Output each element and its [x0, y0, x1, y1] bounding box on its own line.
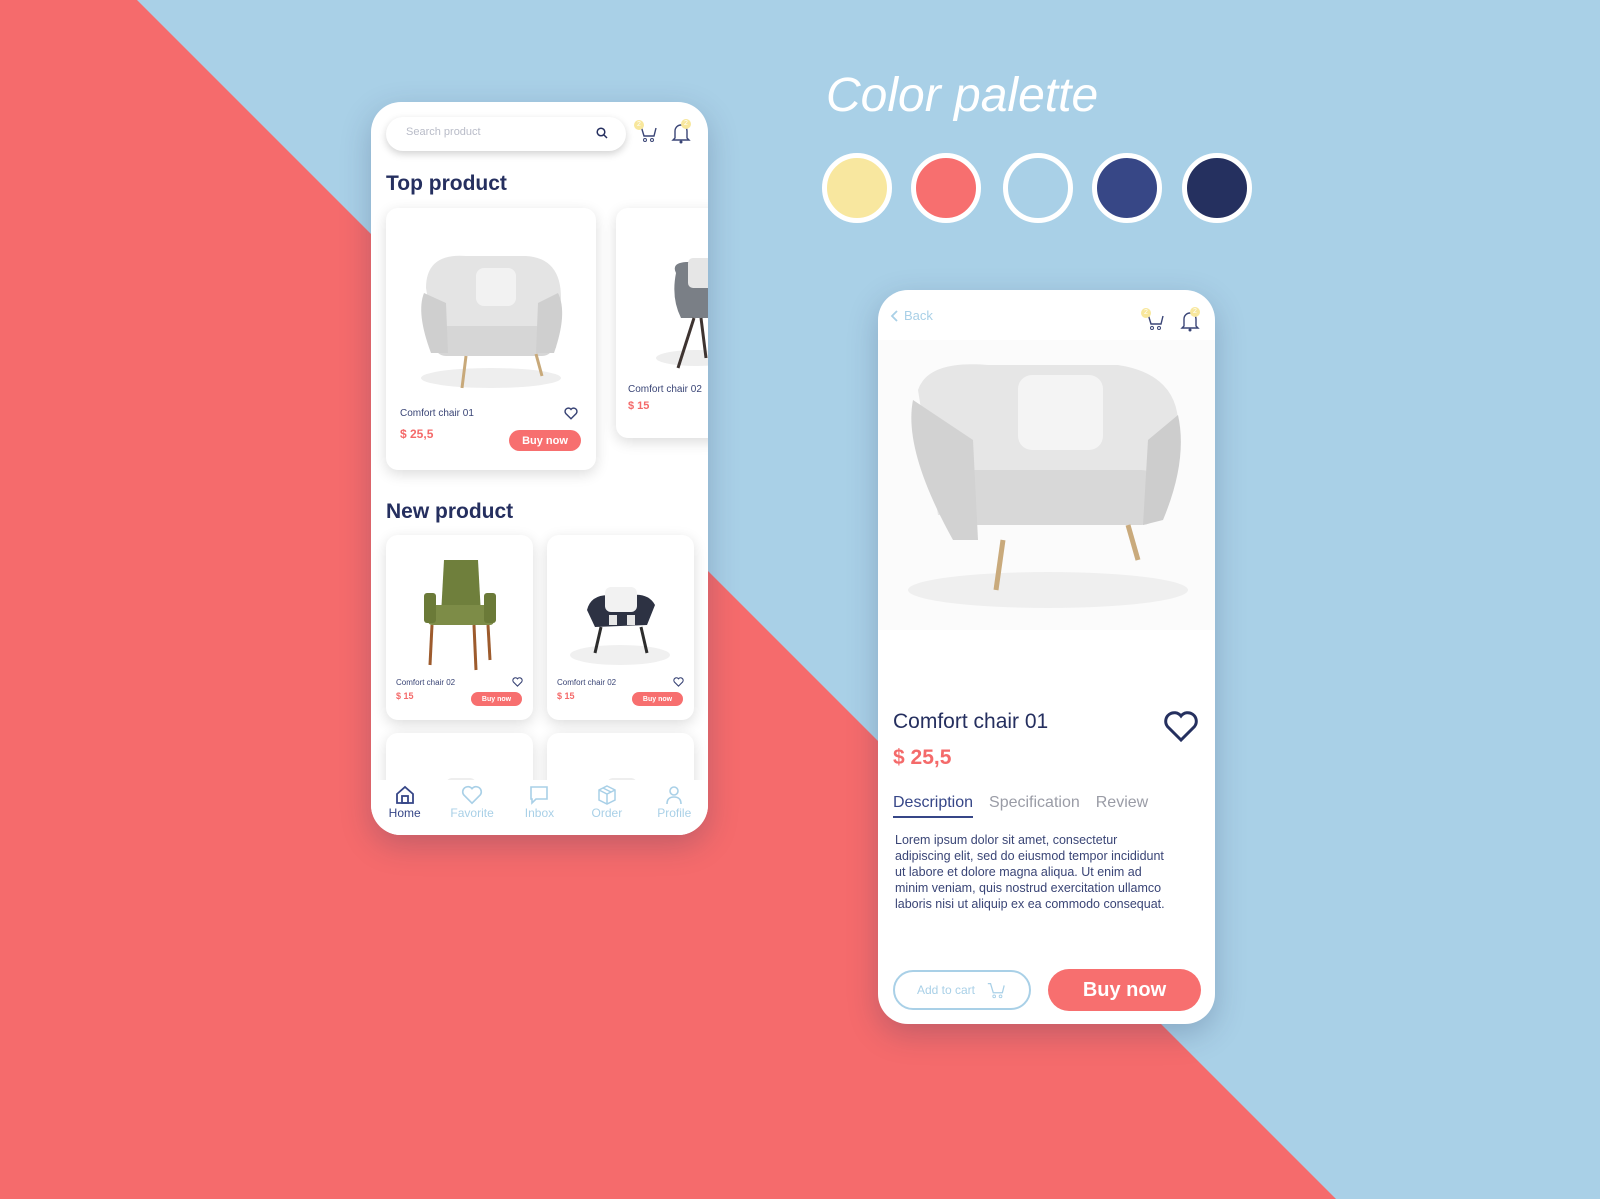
- product-name: Comfort chair 01: [400, 408, 474, 419]
- nav-inbox[interactable]: Inbox: [509, 785, 569, 820]
- chevron-left-icon: [890, 309, 898, 322]
- top-product-heading: Top product: [386, 172, 507, 195]
- product-name: Comfort chair 02: [557, 678, 617, 687]
- product-price: $ 15: [557, 691, 575, 701]
- background: [0, 0, 1336, 1199]
- nav-order-label: Order: [591, 806, 623, 820]
- add-to-cart-label: Add to cart: [916, 983, 976, 997]
- product-price: $ 15: [628, 400, 650, 412]
- tab-description[interactable]: Description: [893, 794, 974, 818]
- search-bar[interactable]: [386, 117, 626, 151]
- box-icon: [598, 785, 616, 805]
- notifications-button[interactable]: 2: [671, 119, 691, 149]
- tab-review[interactable]: Review: [1096, 794, 1148, 818]
- home-screen: 2 2 Top product Comfort chair 01 $ 25,5 …: [371, 102, 708, 835]
- product-title: Comfort chair 01: [893, 710, 1049, 733]
- nav-favorite[interactable]: Favorite: [442, 785, 502, 820]
- plaid-chair-image: [570, 587, 670, 665]
- chat-icon: [530, 786, 549, 805]
- product-card[interactable]: Comfort chair 01 $ 25,5 Buy now: [386, 208, 596, 470]
- green-chair-image: [424, 560, 496, 671]
- nav-home-label: Home: [388, 806, 421, 820]
- swatch-navy: [1182, 153, 1252, 223]
- product-card[interactable]: Comfort chair 02 $ 15 Buy now: [386, 535, 533, 720]
- swatch-indigo: [1092, 153, 1162, 223]
- back-button[interactable]: Back: [890, 308, 933, 323]
- product-name: Comfort chair 02: [396, 678, 456, 687]
- bottom-nav: Home Favorite Inbox Order Profile: [371, 780, 708, 835]
- cart-badge: 2: [1141, 308, 1151, 318]
- nav-order[interactable]: Order: [577, 785, 637, 820]
- armchair-hero-image: [878, 340, 1215, 630]
- favorite-icon[interactable]: [564, 407, 578, 420]
- buy-now-button[interactable]: Buy now: [471, 692, 522, 706]
- favorite-icon[interactable]: [673, 677, 684, 687]
- nav-profile-label: Profile: [657, 806, 692, 820]
- product-card[interactable]: Comfort chair 02 $ 15 Buy now: [547, 535, 694, 720]
- cart-icon: [987, 983, 1005, 999]
- product-price: $ 25,5: [400, 427, 434, 441]
- buy-now-button[interactable]: Buy now: [509, 430, 581, 451]
- search-icon[interactable]: [596, 127, 608, 139]
- detail-tabs: Description Specification Review: [893, 794, 1148, 818]
- product-detail-screen: Back 2 2 Comfort chair 01 $ 25,5 Descrip…: [878, 290, 1215, 1024]
- bell-badge: 2: [681, 119, 691, 129]
- back-label: Back: [904, 308, 933, 323]
- nav-favorite-label: Favorite: [450, 806, 494, 820]
- palette-title: Color palette: [826, 69, 1099, 122]
- favorite-icon[interactable]: [1163, 710, 1199, 743]
- nav-home[interactable]: Home: [375, 785, 435, 820]
- product-price: $ 15: [396, 691, 414, 701]
- buy-now-button[interactable]: Buy now: [1048, 969, 1201, 1011]
- nav-profile[interactable]: Profile: [644, 785, 704, 820]
- swatch-light-blue: [1003, 153, 1073, 223]
- new-product-heading: New product: [386, 500, 514, 523]
- swatch-coral: [911, 153, 981, 223]
- chair-image: [656, 258, 708, 369]
- home-icon: [395, 785, 414, 804]
- heart-icon: [461, 785, 483, 805]
- bell-badge: 2: [1190, 307, 1200, 317]
- product-price: $ 25,5: [893, 746, 952, 769]
- favorite-icon[interactable]: [512, 677, 523, 687]
- notifications-button[interactable]: 2: [1180, 307, 1200, 337]
- cart-button[interactable]: 2: [634, 120, 658, 149]
- cart-badge: 2: [634, 120, 644, 130]
- product-description: Lorem ipsum dolor sit amet, consectetur …: [895, 833, 1165, 911]
- buy-now-button[interactable]: Buy now: [632, 692, 683, 706]
- search-input[interactable]: [406, 126, 576, 138]
- cart-button[interactable]: 2: [1141, 308, 1165, 337]
- product-card[interactable]: Comfort chair 02 $ 15: [616, 208, 708, 438]
- tab-specification[interactable]: Specification: [989, 794, 1080, 818]
- add-to-cart-button[interactable]: Add to cart: [893, 970, 1031, 1010]
- product-name: Comfort chair 02: [628, 384, 702, 395]
- user-icon: [666, 786, 683, 805]
- armchair-image: [421, 255, 563, 389]
- nav-inbox-label: Inbox: [524, 806, 555, 820]
- swatch-yellow: [822, 153, 892, 223]
